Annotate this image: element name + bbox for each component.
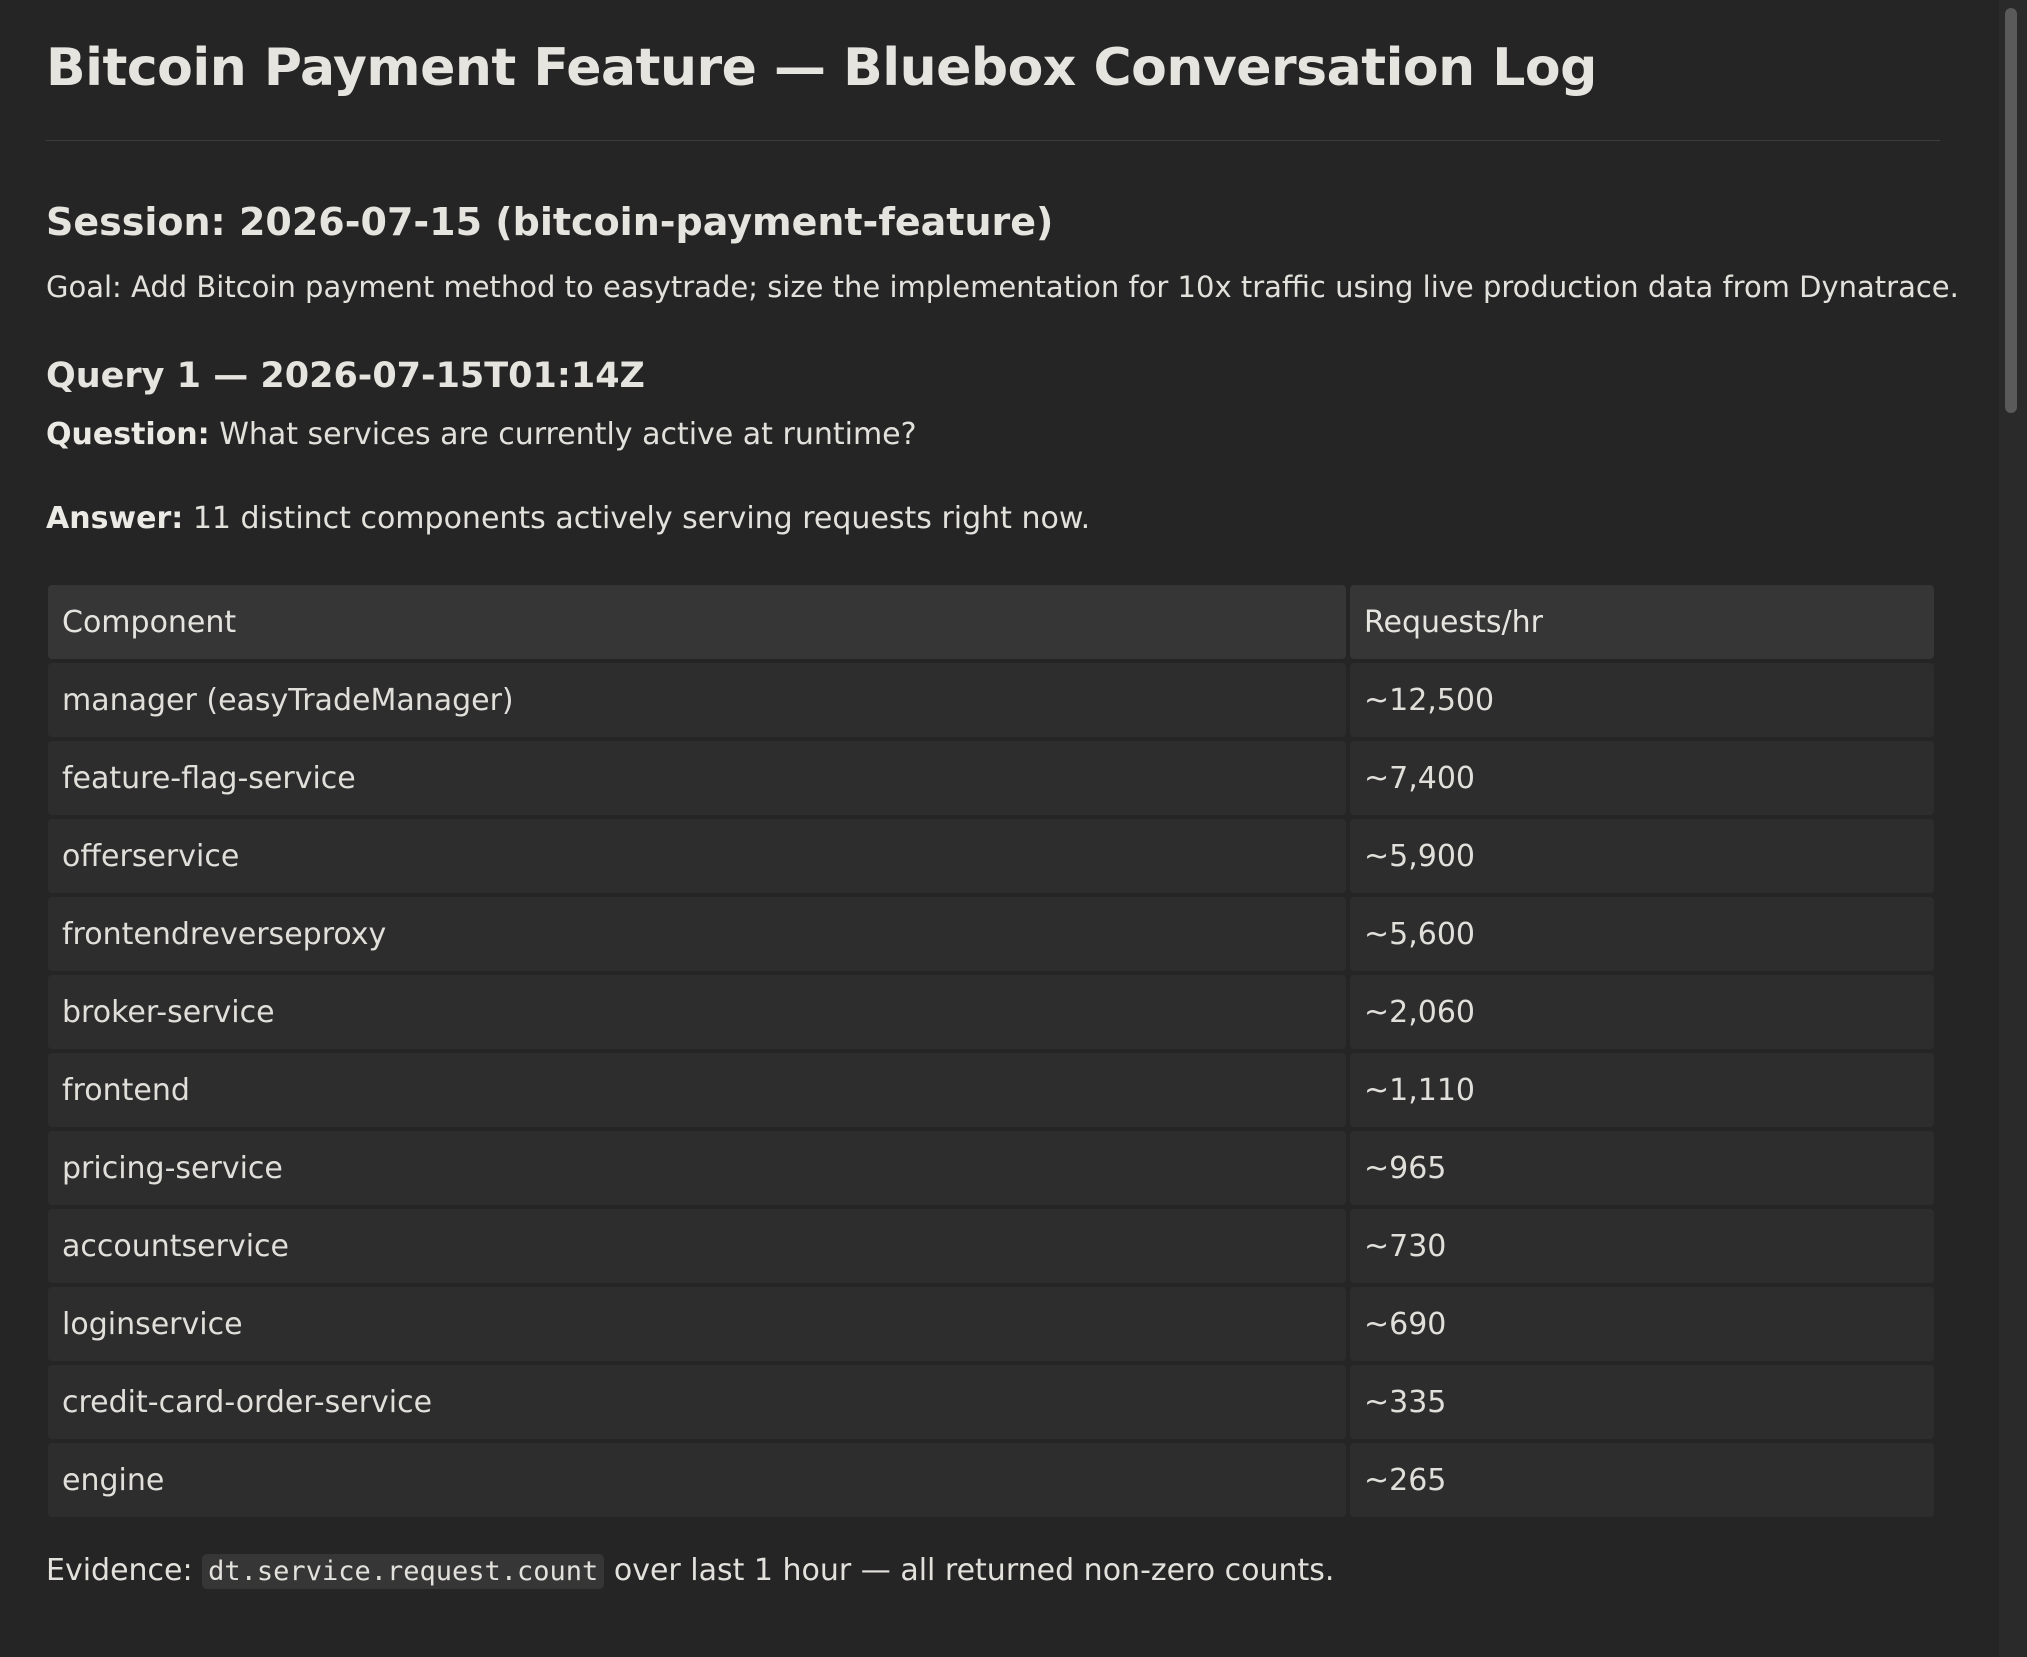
component-cell: feature-flag-service [48,741,1346,815]
query-answer: Answer: 11 distinct components actively … [46,499,1940,539]
component-cell: loginservice [48,1287,1346,1361]
component-cell: pricing-service [48,1131,1346,1205]
requests-cell: ~965 [1350,1131,1934,1205]
requests-cell: ~5,600 [1350,897,1934,971]
table-row: frontend ~1,110 [48,1053,1934,1127]
requests-cell: ~2,060 [1350,975,1934,1049]
requests-cell: ~7,400 [1350,741,1934,815]
query-question: Question: What services are currently ac… [46,415,1940,455]
table-header-row: Component Requests/hr [48,585,1934,659]
column-header-component: Component [48,585,1346,659]
question-label: Question: [46,417,210,452]
requests-cell: ~690 [1350,1287,1934,1361]
evidence-line: Evidence: dt.service.request.count over … [46,1551,1940,1592]
table-row: accountservice ~730 [48,1209,1934,1283]
component-cell: frontend [48,1053,1346,1127]
component-cell: engine [48,1443,1346,1517]
requests-cell: ~730 [1350,1209,1934,1283]
requests-cell: ~12,500 [1350,663,1934,737]
component-cell: frontendreverseproxy [48,897,1346,971]
table-row: credit-card-order-service ~335 [48,1365,1934,1439]
component-cell: broker-service [48,975,1346,1049]
conversation-log-page: Bitcoin Payment Feature — Bluebox Conver… [44,0,1959,1592]
table-row: offerservice ~5,900 [48,819,1934,893]
component-cell: manager (easyTradeManager) [48,663,1346,737]
table-row: frontendreverseproxy ~5,600 [48,897,1934,971]
component-cell: accountservice [48,1209,1346,1283]
query-heading: Query 1 — 2026-07-15T01:14Z [46,356,645,396]
vertical-scrollbar[interactable] [1999,0,2027,1657]
table-row: pricing-service ~965 [48,1131,1934,1205]
table-row: engine ~265 [48,1443,1934,1517]
table-row: feature-flag-service ~7,400 [48,741,1934,815]
title-divider [46,140,1940,141]
evidence-suffix: over last 1 hour — all returned non-zero… [604,1553,1335,1588]
table-row: manager (easyTradeManager) ~12,500 [48,663,1934,737]
evidence-prefix: Evidence: [46,1553,203,1588]
requests-cell: ~1,110 [1350,1053,1934,1127]
component-cell: offerservice [48,819,1346,893]
requests-cell: ~335 [1350,1365,1934,1439]
services-table: Component Requests/hr manager (easyTrade… [44,581,1938,1521]
answer-label: Answer: [46,501,184,536]
requests-cell: ~5,900 [1350,819,1934,893]
component-cell: credit-card-order-service [48,1365,1346,1439]
question-text: What services are currently active at ru… [209,417,917,452]
table-row: broker-service ~2,060 [48,975,1934,1049]
answer-text: 11 distinct components actively serving … [183,501,1091,536]
scrollbar-thumb[interactable] [2005,8,2017,413]
table-row: loginservice ~690 [48,1287,1934,1361]
session-goal: Goal: Add Bitcoin payment method to easy… [46,270,1959,304]
page-title: Bitcoin Payment Feature — Bluebox Conver… [46,38,1597,98]
requests-cell: ~265 [1350,1443,1934,1517]
evidence-metric-code: dt.service.request.count [202,1554,605,1589]
column-header-requests: Requests/hr [1350,585,1934,659]
session-heading: Session: 2026-07-15 (bitcoin-payment-fea… [46,200,1054,244]
